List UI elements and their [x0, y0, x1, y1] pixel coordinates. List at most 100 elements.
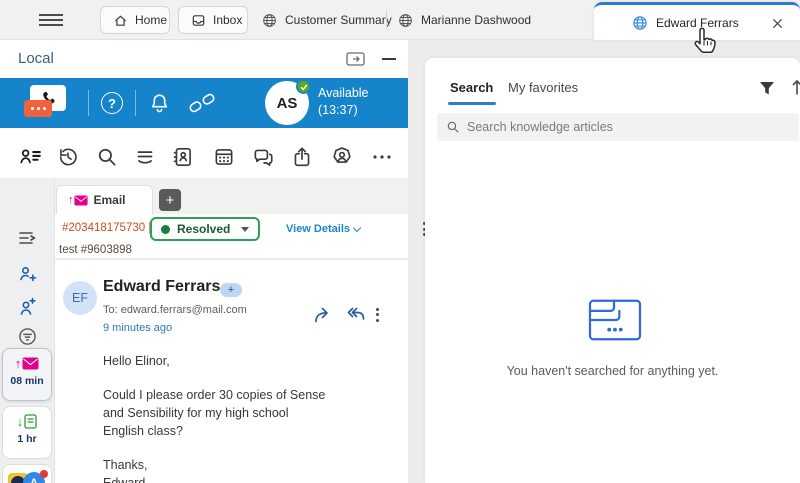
add-contact-icon[interactable]	[17, 263, 39, 285]
kb-search-box	[437, 113, 799, 141]
local-window: Local ? AS Available (13:37) ↑ 08 min ↓ …	[0, 40, 426, 483]
recipient-badge[interactable]: +	[220, 283, 242, 297]
kb-search-input[interactable]	[467, 120, 790, 134]
session-tab-doc[interactable]: ↓ 1 hr	[2, 406, 52, 459]
globe-icon	[398, 13, 413, 28]
email-tab-label: Email	[93, 193, 126, 207]
expand-rail-icon[interactable]	[17, 228, 39, 250]
notification-dot	[40, 470, 48, 478]
chevron-down-icon	[241, 226, 249, 232]
tab-inbox-label: Inbox	[213, 13, 243, 27]
browser-tab-bar: Home Inbox Customer Summary Marianne Das…	[0, 0, 800, 40]
case-status-label: Resolved	[177, 222, 231, 236]
email-greeting: Hello Elinor,	[103, 354, 170, 368]
queue-icon[interactable]	[133, 145, 157, 169]
recipient-line: To: edward.ferrars@mail.com	[103, 304, 247, 316]
close-icon[interactable]	[768, 14, 786, 32]
forward-icon[interactable]	[313, 306, 334, 323]
popout-icon[interactable]	[346, 52, 365, 66]
email-message: EF Edward Ferrars + To: edward.ferrars@m…	[55, 259, 408, 483]
add-user-icon[interactable]	[17, 295, 39, 317]
tab-marianne-dashwood-label: Marianne Dashwood	[421, 13, 532, 27]
minimize-icon[interactable]	[382, 58, 396, 60]
status-dot-icon	[161, 224, 170, 234]
apps-session-icon: A	[7, 470, 48, 483]
local-window-header: Local	[0, 40, 408, 78]
empty-folder-icon	[585, 295, 645, 345]
active-tab-underline	[448, 102, 496, 105]
globe-icon	[632, 15, 648, 31]
share-icon[interactable]	[290, 145, 314, 169]
tab-inbox[interactable]: Inbox	[178, 6, 248, 34]
tab-home-label: Home	[135, 13, 168, 27]
email-more-icon[interactable]	[376, 307, 379, 322]
presence-available-icon	[296, 79, 311, 94]
dialer-app-icon[interactable]	[24, 85, 66, 117]
agent-scripts-icon[interactable]	[18, 145, 42, 169]
search-icon[interactable]	[95, 145, 119, 169]
case-header: #203418175730 | Resolved View Details te…	[55, 214, 426, 259]
session-timer: 08 min	[10, 375, 44, 387]
sender-name: Edward Ferrars	[103, 278, 221, 295]
mouse-cursor	[690, 26, 722, 64]
history-icon[interactable]	[56, 145, 80, 169]
app-screen: Home Inbox Customer Summary Marianne Das…	[0, 0, 800, 483]
email-timestamp: 9 minutes ago	[103, 322, 173, 334]
tab-marianne-dashwood[interactable]: Marianne Dashwood	[398, 6, 531, 34]
presence-status-label: Available	[318, 86, 369, 100]
contact-book-icon[interactable]	[171, 145, 195, 169]
filter-sessions-icon[interactable]	[17, 326, 39, 348]
avatar-initials: AS	[276, 94, 298, 112]
empty-state-text: You haven't searched for anything yet.	[506, 364, 719, 378]
case-status-dropdown[interactable]: Resolved	[150, 217, 260, 241]
home-icon	[113, 13, 128, 28]
email-body-text: Could I please order 30 copies of Sense …	[103, 388, 326, 438]
filter-icon[interactable]	[758, 80, 776, 97]
inbox-icon	[191, 13, 206, 28]
notifications-bell-icon[interactable]	[148, 91, 171, 115]
hamburger-menu-icon[interactable]	[38, 13, 64, 27]
tab-home[interactable]: Home	[100, 6, 170, 34]
session-tab-email[interactable]: ↑ 08 min	[2, 348, 52, 401]
calendar-icon[interactable]	[212, 145, 236, 169]
main-toolbar	[0, 128, 408, 178]
session-rail: ↑ 08 min ↓ 1 hr A 21.5 hr	[0, 178, 55, 483]
presence-status[interactable]: Available (13:37)	[318, 85, 369, 119]
window-title: Local	[18, 50, 54, 67]
more-icon[interactable]	[372, 154, 396, 178]
help-icon[interactable]: ?	[101, 92, 123, 114]
new-tab-button[interactable]: +	[159, 189, 181, 211]
link-icon[interactable]	[188, 91, 216, 115]
case-subject: test #9603898	[59, 244, 132, 256]
globe-icon	[262, 13, 277, 28]
tab-kb-search[interactable]: Search	[450, 80, 493, 95]
bluebar-divider	[88, 90, 89, 116]
doc-session-icon: ↓	[17, 414, 38, 429]
view-details-label: View Details	[286, 223, 350, 235]
communication-bar: ? AS Available (13:37)	[0, 78, 408, 128]
persona-badge-icon[interactable]	[330, 145, 354, 169]
session-tab-apps[interactable]: A 21.5 hr	[2, 464, 52, 483]
knowledge-panel: Search My favorites You haven't searched…	[425, 58, 800, 483]
chat-icon[interactable]	[251, 145, 275, 169]
tab-email-conversation[interactable]: ↑ Email	[56, 185, 153, 214]
case-number: #203418175730 |	[62, 222, 152, 234]
email-up-icon: ↑	[68, 194, 88, 206]
view-details-link[interactable]: View Details	[286, 223, 362, 235]
tab-customer-summary[interactable]: Customer Summary	[262, 6, 392, 34]
email-body: Hello Elinor, Could I please order 30 co…	[103, 352, 353, 483]
reply-all-icon[interactable]	[344, 306, 366, 323]
tab-divider	[386, 10, 387, 30]
presence-time: (13:37)	[318, 103, 358, 117]
session-timer: 1 hr	[17, 433, 37, 445]
email-session-icon: ↑	[15, 356, 40, 371]
sort-icon[interactable]	[792, 78, 800, 96]
tab-kb-favorites[interactable]: My favorites	[508, 80, 578, 95]
chevron-down-icon	[352, 223, 362, 232]
tab-customer-summary-label: Customer Summary	[285, 13, 392, 27]
email-signature: Thanks, Edward	[103, 458, 148, 483]
agent-avatar[interactable]: AS	[265, 79, 311, 125]
sender-avatar[interactable]: EF	[63, 281, 97, 315]
bluebar-divider	[135, 90, 136, 116]
search-icon	[446, 120, 460, 134]
